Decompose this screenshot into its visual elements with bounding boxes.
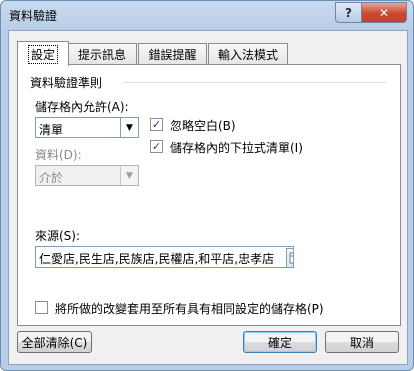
source-input[interactable]: 仁愛店,民生店,民族店,民權店,和平店,忠孝店 — [35, 246, 294, 268]
title-bar[interactable]: 資料驗證 ? ✕ — [1, 1, 413, 29]
tab-ime-mode[interactable]: 輸入法模式 — [208, 43, 288, 65]
apply-all-checkbox[interactable] — [35, 301, 48, 314]
cancel-button[interactable]: 取消 — [325, 331, 399, 353]
clear-all-button[interactable]: 全部清除(C) — [17, 331, 92, 353]
range-picker-button[interactable] — [286, 248, 293, 267]
data-label: 資料(D): — [35, 148, 82, 162]
tab-input-message[interactable]: 提示訊息 — [67, 43, 137, 65]
ignore-blank-label[interactable]: 忽略空白(B) — [170, 117, 236, 134]
ignore-blank-checkbox[interactable]: ✓ — [150, 118, 163, 131]
help-button[interactable]: ? — [335, 2, 362, 23]
allow-value: 清單 — [39, 123, 64, 137]
settings-panel: 資料驗證準則 儲存格內允許(A): 清單 ▼ ✓ 忽略空白(B) ✓ 儲存格內的… — [17, 64, 401, 326]
ok-button[interactable]: 確定 — [243, 331, 317, 353]
group-divider — [124, 82, 386, 83]
close-button[interactable]: ✕ — [361, 2, 407, 23]
in-cell-dropdown-label[interactable]: 儲存格內的下拉式清單(I) — [170, 139, 303, 156]
data-select[interactable]: 介於 ▼ — [35, 165, 139, 186]
close-icon: ✕ — [378, 5, 390, 20]
in-cell-dropdown-checkbox[interactable]: ✓ — [150, 140, 163, 153]
chevron-down-icon[interactable]: ▼ — [120, 166, 138, 185]
allow-select[interactable]: 清單 ▼ — [35, 117, 139, 138]
source-value: 仁愛店,民生店,民族店,民權店,和平店,忠孝店 — [39, 252, 275, 266]
range-picker-icon — [289, 252, 293, 264]
dialog-body: 設定 提示訊息 錯誤提醒 輸入法模式 資料驗證準則 儲存格內允許(A): 清單 … — [8, 30, 408, 365]
apply-all-label[interactable]: 將所做的改變套用至所有具有相同設定的儲存格(P) — [55, 300, 324, 317]
tab-settings[interactable]: 設定 — [17, 41, 69, 66]
criteria-group-title: 資料驗證準則 — [30, 76, 103, 90]
allow-label: 儲存格內允許(A): — [35, 100, 129, 114]
tab-error-alert[interactable]: 錯誤提醒 — [138, 43, 207, 65]
source-label: 來源(S): — [35, 229, 81, 243]
help-icon: ? — [345, 5, 352, 20]
data-value: 介於 — [39, 171, 64, 185]
data-validation-dialog: 資料驗證 ? ✕ 設定 提示訊息 錯誤提醒 輸入法模式 資料驗證準則 儲存格內允… — [0, 0, 414, 371]
chevron-down-icon[interactable]: ▼ — [120, 118, 138, 137]
window-title: 資料驗證 — [9, 9, 58, 23]
